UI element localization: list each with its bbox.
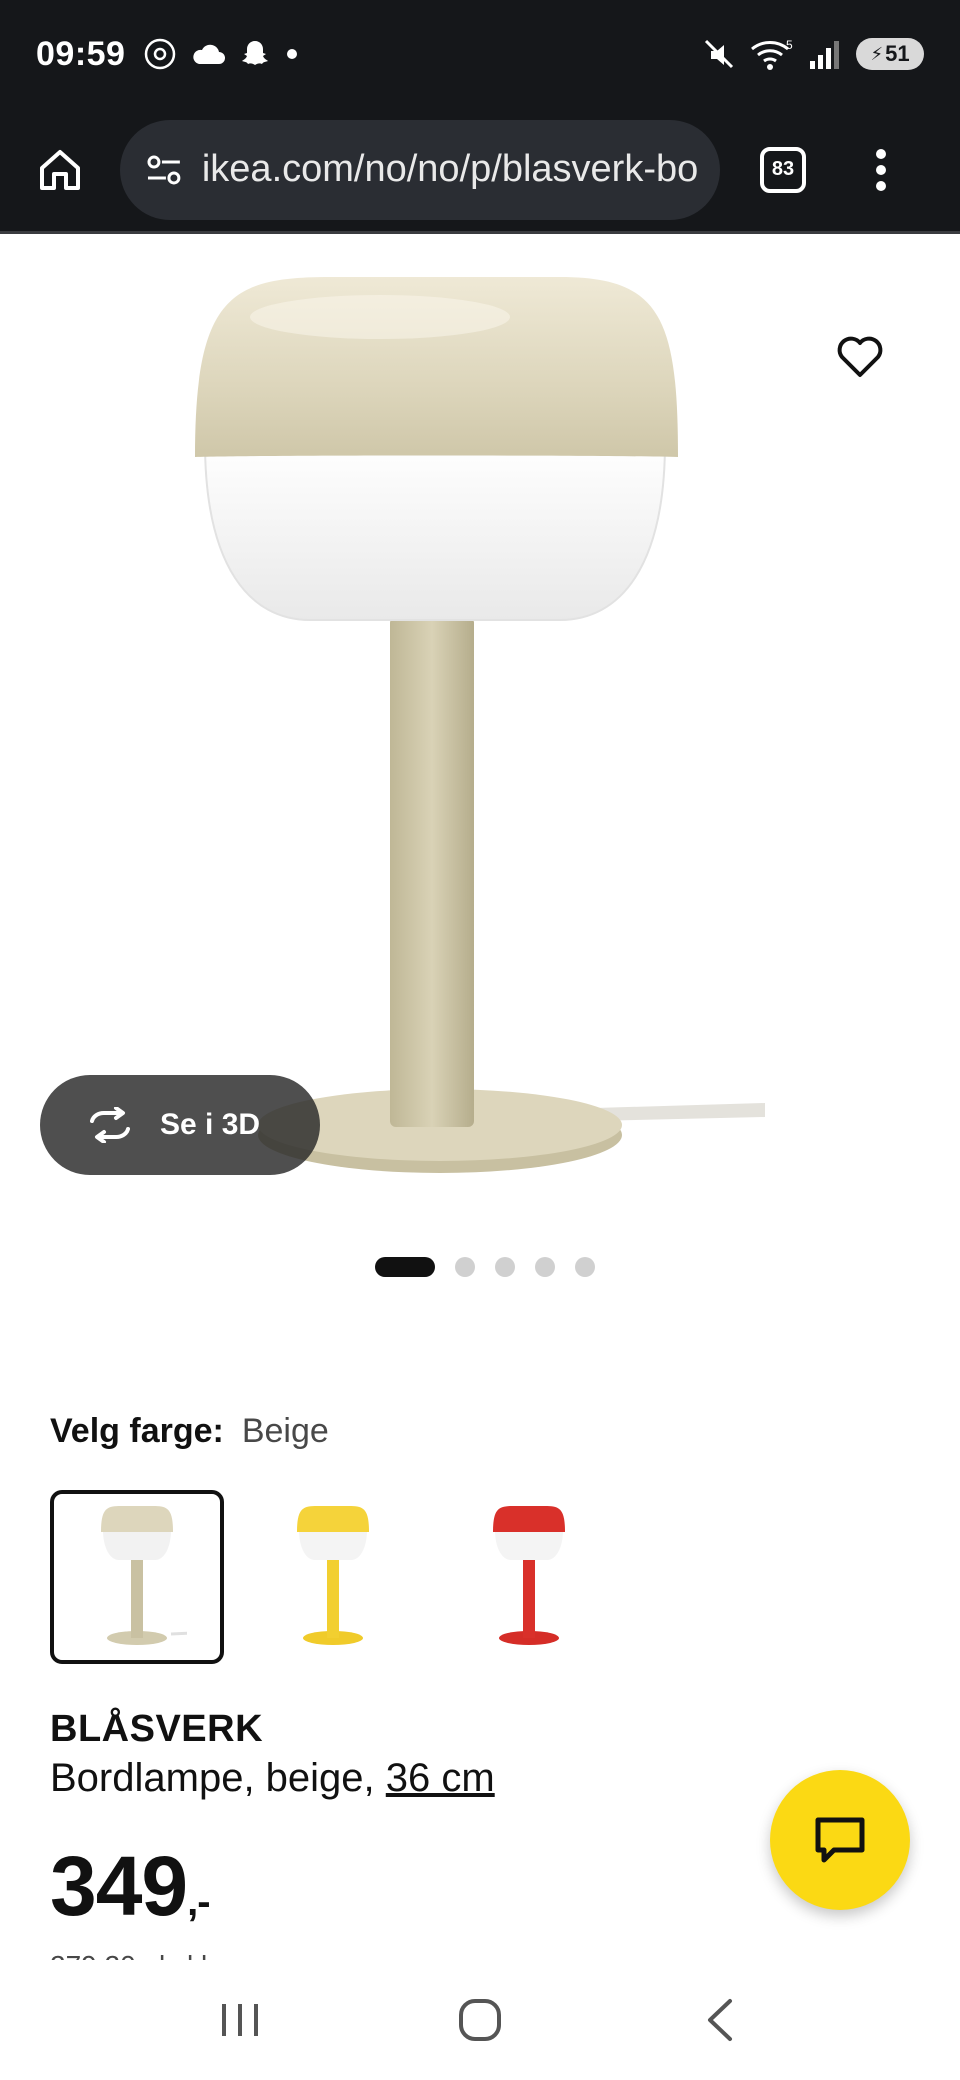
home-button[interactable] (30, 140, 90, 200)
tune-icon[interactable] (144, 150, 184, 190)
back-icon (708, 1999, 732, 2041)
browser-toolbar: ikea.com/no/no/p/blasverk-bordlampe-beig… (0, 108, 960, 234)
home-nav-button[interactable] (440, 1980, 520, 2060)
cloud-icon (193, 44, 226, 64)
carousel-dot[interactable] (495, 1257, 515, 1277)
wifi-icon: 5 (751, 38, 793, 70)
url-text[interactable]: ikea.com/no/no/p/blasverk-bordlampe-beig… (202, 148, 700, 191)
product-name: BLÅSVERK (50, 1708, 264, 1750)
status-system-icons: 5 ⚡ 51 (702, 37, 924, 71)
swatch-image (297, 1506, 369, 1645)
browser-menu-button[interactable] (866, 140, 896, 200)
size-link[interactable]: 36 cm (386, 1756, 495, 1800)
mute-icon (704, 39, 734, 69)
recents-icon (222, 2004, 258, 2036)
status-time: 09:59 (36, 34, 126, 73)
battery-indicator: ⚡ 51 (856, 38, 924, 70)
battery-level: 51 (885, 41, 910, 66)
price-value: 349 (50, 1839, 188, 1933)
music-sync-icon (145, 38, 176, 70)
home-icon (40, 149, 80, 190)
see-in-3d-label: Se i 3D (160, 1108, 261, 1141)
product-description: Bordlampe, beige, 36 cm (50, 1756, 495, 1801)
product-price: 349,- (50, 1838, 211, 1935)
home-circle-icon (459, 1999, 501, 2041)
carousel-dot[interactable] (455, 1257, 475, 1277)
selected-color: Beige (241, 1412, 329, 1450)
rotate-icon (90, 1107, 130, 1143)
color-swatches (50, 1490, 616, 1664)
color-picker-label: Velg farge: Beige (50, 1412, 329, 1451)
more-vert-icon (876, 148, 886, 191)
tab-count: 83 (771, 158, 795, 180)
chat-icon (815, 1817, 865, 1863)
swatch-image (101, 1506, 187, 1645)
back-button[interactable] (680, 1980, 760, 2060)
dot-icon (287, 49, 298, 59)
see-in-3d-button[interactable]: Se i 3D (40, 1075, 320, 1175)
battery-saver-icon: ⚡ (870, 43, 884, 64)
color-swatch-beige[interactable] (50, 1490, 224, 1664)
color-label-text: Velg farge: (50, 1412, 224, 1450)
carousel-indicator (0, 1257, 960, 1277)
heart-icon (837, 336, 883, 377)
price-suffix: ,- (187, 1880, 210, 1924)
recent-apps-button[interactable] (200, 1980, 280, 2060)
signal-icon (810, 41, 839, 69)
carousel-dot[interactable] (575, 1257, 595, 1277)
status-notification-icons (143, 37, 299, 71)
color-swatch-red[interactable] (442, 1490, 616, 1664)
tabs-button[interactable]: 83 (760, 146, 806, 193)
system-navigation-bar (0, 1960, 960, 2080)
product-image-carousel[interactable]: Se i 3D (0, 237, 960, 1237)
color-swatch-yellow[interactable] (246, 1490, 420, 1664)
network-badge: 5 (786, 38, 793, 52)
snapchat-icon (242, 41, 269, 65)
swatch-image (493, 1506, 565, 1645)
address-bar[interactable]: ikea.com/no/no/p/blasverk-bordlampe-beig… (120, 119, 720, 220)
product-description-text: Bordlampe, beige, (50, 1756, 386, 1800)
carousel-dot[interactable] (535, 1257, 555, 1277)
chat-button[interactable] (770, 1770, 910, 1910)
carousel-dot[interactable] (375, 1257, 435, 1277)
status-bar: 09:59 5 ⚡ 51 (0, 0, 960, 108)
favorite-button[interactable] (830, 327, 890, 387)
